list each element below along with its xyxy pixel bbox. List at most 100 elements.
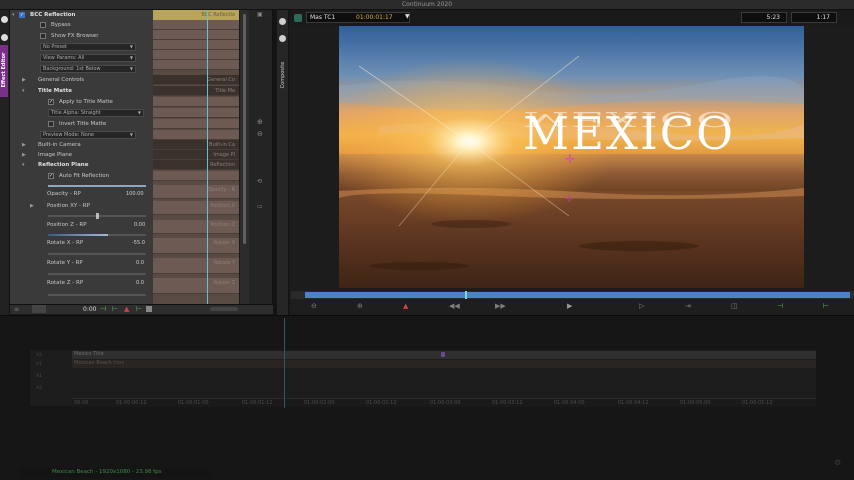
title-matte-group[interactable]: ▾ Title Matte [10, 86, 153, 96]
rotate-y-slider[interactable] [48, 273, 146, 275]
step-forward-icon[interactable]: ▷ [639, 302, 644, 310]
pin-icon[interactable] [1, 34, 8, 41]
show-fx-browser-row[interactable]: Show FX Browser [10, 31, 153, 41]
param-value[interactable]: -55.0 [132, 238, 145, 248]
zoom-in-icon[interactable]: ⊕ [357, 302, 363, 310]
keyframe-playhead[interactable] [207, 10, 208, 304]
view-params-dropdown[interactable]: View Params: All ▼ [40, 54, 136, 62]
prev-frame-icon[interactable]: ◀◀ [449, 302, 460, 310]
close-icon[interactable] [279, 18, 286, 25]
param-value[interactable]: 0.00 [134, 220, 145, 230]
opacity-slider[interactable] [48, 185, 146, 187]
param-row[interactable]: Rotate Z - RP 0.0 [10, 278, 153, 288]
composite-tab-label[interactable]: Composite [280, 51, 286, 99]
invert-title-matte-row[interactable]: Invert Title Matte [10, 119, 153, 129]
host-playhead[interactable] [284, 318, 285, 408]
track-toggle-v1[interactable]: V1 [36, 362, 42, 367]
duration-box: 5:23 [741, 12, 787, 23]
auto-fit-reflection-row[interactable]: ✓ Auto Fit Reflection [10, 171, 153, 181]
timeline-ruler[interactable]: 00:00 01:00:00:12 01:00:01:00 01:00:01:1… [72, 398, 816, 407]
show-fx-browser-checkbox[interactable] [40, 33, 46, 39]
reflection-handle-icon[interactable]: ✛ [565, 194, 573, 205]
ruler-tick: 01:00:01:12 [242, 400, 273, 406]
reflection-plane-group[interactable]: ▾ Reflection Plane [10, 160, 153, 170]
track-toggle-v2[interactable]: V2 [36, 353, 42, 358]
effect-editor-tab[interactable]: Effect Editor [0, 45, 8, 97]
zoom-in-icon[interactable]: ⊕ [257, 118, 263, 126]
chevron-down-icon[interactable]: ▼ [405, 13, 410, 20]
collapse-icon[interactable]: ▾ [22, 86, 25, 96]
expand-icon[interactable]: ▶ [22, 140, 26, 150]
mode-button[interactable] [32, 305, 46, 313]
fit-icon[interactable]: ▭ [257, 203, 263, 210]
param-row[interactable]: Opacity - RP 100.00 [10, 189, 153, 199]
zoom-out-icon[interactable]: ⊖ [257, 130, 263, 138]
position-xy-slider[interactable] [48, 213, 146, 219]
video-frame[interactable]: MEXICO MEXICO ✛ ✛ [339, 26, 804, 288]
add-keyframe-icon[interactable]: ▲ [124, 305, 129, 313]
apply-title-matte-checkbox[interactable]: ✓ [48, 99, 54, 105]
bypass-row[interactable]: Bypass [10, 20, 153, 30]
preset-dropdown[interactable]: No Preset ▼ [40, 43, 136, 51]
expand-icon[interactable]: ▶ [22, 150, 26, 160]
expand-icon[interactable]: ▶ [22, 75, 26, 85]
effect-marker-icon[interactable] [441, 352, 445, 357]
param-value[interactable]: 0.0 [136, 278, 144, 288]
collapse-icon[interactable]: ▾ [22, 160, 25, 170]
menu-icon[interactable]: ≡ [14, 306, 19, 313]
play-icon[interactable]: ▶ [567, 302, 572, 310]
settings-icon[interactable]: ⚙ [834, 458, 841, 467]
timeline-range[interactable] [305, 292, 850, 298]
keyframe-scrollbar[interactable] [240, 10, 249, 304]
invert-title-matte-checkbox[interactable] [48, 121, 54, 127]
track-toggle-a2[interactable]: A2 [36, 386, 42, 391]
auto-fit-reflection-checkbox[interactable]: ✓ [48, 173, 54, 179]
close-icon[interactable] [1, 16, 8, 23]
panel-menu-icon[interactable]: ▣ [257, 11, 263, 18]
effect-enable-checkbox[interactable]: ✓ [19, 12, 25, 18]
stop-icon[interactable] [146, 306, 152, 312]
bypass-checkbox[interactable] [40, 22, 46, 28]
param-row[interactable]: Rotate X - RP -55.0 [10, 238, 153, 248]
rotate-z-slider[interactable] [48, 294, 146, 296]
apply-title-matte-row[interactable]: ✓ Apply to Title Matte [10, 97, 153, 107]
loop-icon[interactable]: ⇥ [685, 302, 691, 310]
crosshair-icon[interactable]: ✛ [565, 152, 575, 166]
add-keyframe-icon[interactable]: ▲ [403, 302, 408, 310]
bypass-label: Bypass [51, 22, 71, 28]
general-controls-group[interactable]: ▶ General Controls [10, 75, 153, 85]
position-z-slider[interactable] [48, 234, 146, 236]
preview-mode-dropdown[interactable]: Preview Mode: None ▼ [40, 131, 136, 139]
next-frame-icon[interactable]: ▶▶ [495, 302, 506, 310]
param-value[interactable]: 100.00 [126, 189, 144, 199]
track-toggle-a1[interactable]: A1 [36, 374, 42, 379]
keyframe-icon[interactable]: ⟲ [257, 178, 262, 185]
param-value[interactable]: 0.0 [136, 258, 144, 268]
param-row[interactable]: Rotate Y - RP 0.0 [10, 258, 153, 268]
viewer-timeline-bar[interactable] [291, 291, 854, 299]
zoom-slider[interactable] [210, 307, 238, 311]
effect-header-row[interactable]: ▾ ✓ BCC Reflection [10, 10, 153, 20]
background-dropdown[interactable]: Background: 1st Below ▼ [40, 65, 136, 73]
mark-out-icon[interactable]: ⊢ [823, 302, 829, 310]
pin-icon[interactable] [279, 35, 286, 42]
image-plane-group[interactable]: ▶ Image Plane [10, 150, 153, 160]
split-view-icon[interactable]: ◫ [731, 302, 738, 310]
prev-keyframe-icon[interactable]: ⊣ [100, 305, 106, 313]
param-row[interactable]: Position Z - RP 0.00 [10, 220, 153, 230]
viewer-playhead[interactable] [465, 291, 467, 299]
scrollbar-thumb[interactable] [243, 14, 246, 244]
keyframe-nav-icon[interactable]: ⊢ [136, 305, 142, 313]
mark-in-icon[interactable]: ⊣ [777, 302, 783, 310]
keyframe-track-area[interactable]: General Co Title Ma Built-in Ca Image Pl… [153, 10, 239, 304]
title-alpha-dropdown[interactable]: Title Alpha: Straight ▼ [48, 109, 144, 117]
video-clip[interactable]: Mexican Beach mov [72, 360, 816, 368]
param-row[interactable]: ▶ Position XY - RP [10, 201, 153, 211]
viewer-mode-icon[interactable] [294, 14, 302, 22]
built-in-camera-group[interactable]: ▶ Built-in Camera [10, 140, 153, 150]
collapse-icon[interactable]: ▾ [12, 10, 15, 20]
zoom-out-icon[interactable]: ⊖ [311, 302, 317, 310]
next-keyframe-icon[interactable]: ⊢ [112, 305, 118, 313]
expand-icon[interactable]: ▶ [30, 201, 34, 211]
rotate-x-slider[interactable] [48, 253, 146, 255]
